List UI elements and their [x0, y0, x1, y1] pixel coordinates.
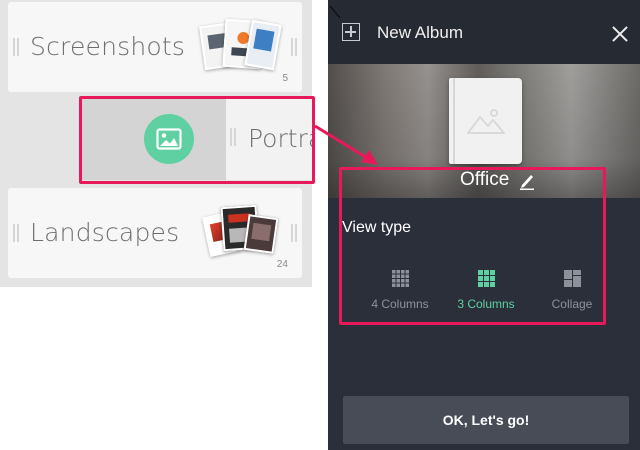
album-thumbnails	[196, 202, 286, 266]
screen: Screenshots 5 Portr Landscapes 24 New Al…	[0, 0, 640, 450]
view-option-label: 4 Columns	[371, 297, 429, 311]
view-option-collage[interactable]: Collage	[527, 270, 617, 318]
album-list: Screenshots 5 Portr Landscapes 24	[0, 0, 312, 287]
pencil-edit-icon[interactable]	[519, 172, 535, 190]
album-name: Landscapes	[30, 218, 180, 247]
drag-handle-icon[interactable]	[291, 224, 297, 242]
ok-button[interactable]: OK, Let's go!	[343, 396, 629, 444]
collage-icon	[563, 270, 581, 287]
album-thumbnails	[196, 16, 286, 80]
thumbnail-image	[244, 19, 282, 71]
add-album-icon[interactable]	[342, 23, 360, 41]
view-option-label: 3 Columns	[457, 297, 515, 311]
album-name: Screenshots	[30, 32, 186, 61]
album-name-title[interactable]: Office	[460, 169, 509, 191]
view-option-label: Collage	[551, 297, 593, 311]
book-spine	[453, 78, 455, 164]
new-album-panel: New Album Office View type 4 Columns 3 C…	[328, 0, 640, 450]
drag-handle-icon[interactable]	[13, 38, 19, 56]
view-option-4-columns[interactable]: 4 Columns	[355, 270, 445, 318]
panel-title: New Album	[377, 23, 463, 42]
album-card-landscapes[interactable]: Landscapes 24	[8, 188, 302, 278]
photo-count: 5	[282, 73, 288, 84]
image-icon	[144, 114, 194, 164]
drag-handle-icon[interactable]	[13, 224, 19, 242]
album-cover-banner: Office	[328, 64, 640, 198]
thumbnail-image	[243, 214, 279, 254]
dragging-album-row[interactable]: Portra	[82, 98, 312, 180]
album-name: Portra	[248, 124, 312, 153]
close-icon[interactable]	[612, 26, 628, 42]
photo-count: 24	[276, 259, 288, 270]
album-card-screenshots[interactable]: Screenshots 5	[8, 2, 302, 92]
corner-mark-icon	[329, 5, 341, 19]
view-type-label: View type	[342, 219, 412, 236]
album-cover-icon[interactable]	[449, 78, 522, 164]
grid-3-icon	[477, 270, 495, 287]
panel-header: New Album	[328, 0, 640, 64]
view-option-3-columns[interactable]: 3 Columns	[441, 270, 531, 318]
drag-handle-icon[interactable]	[291, 38, 297, 56]
grid-4-icon	[391, 270, 409, 287]
drag-handle-icon[interactable]	[230, 128, 236, 146]
